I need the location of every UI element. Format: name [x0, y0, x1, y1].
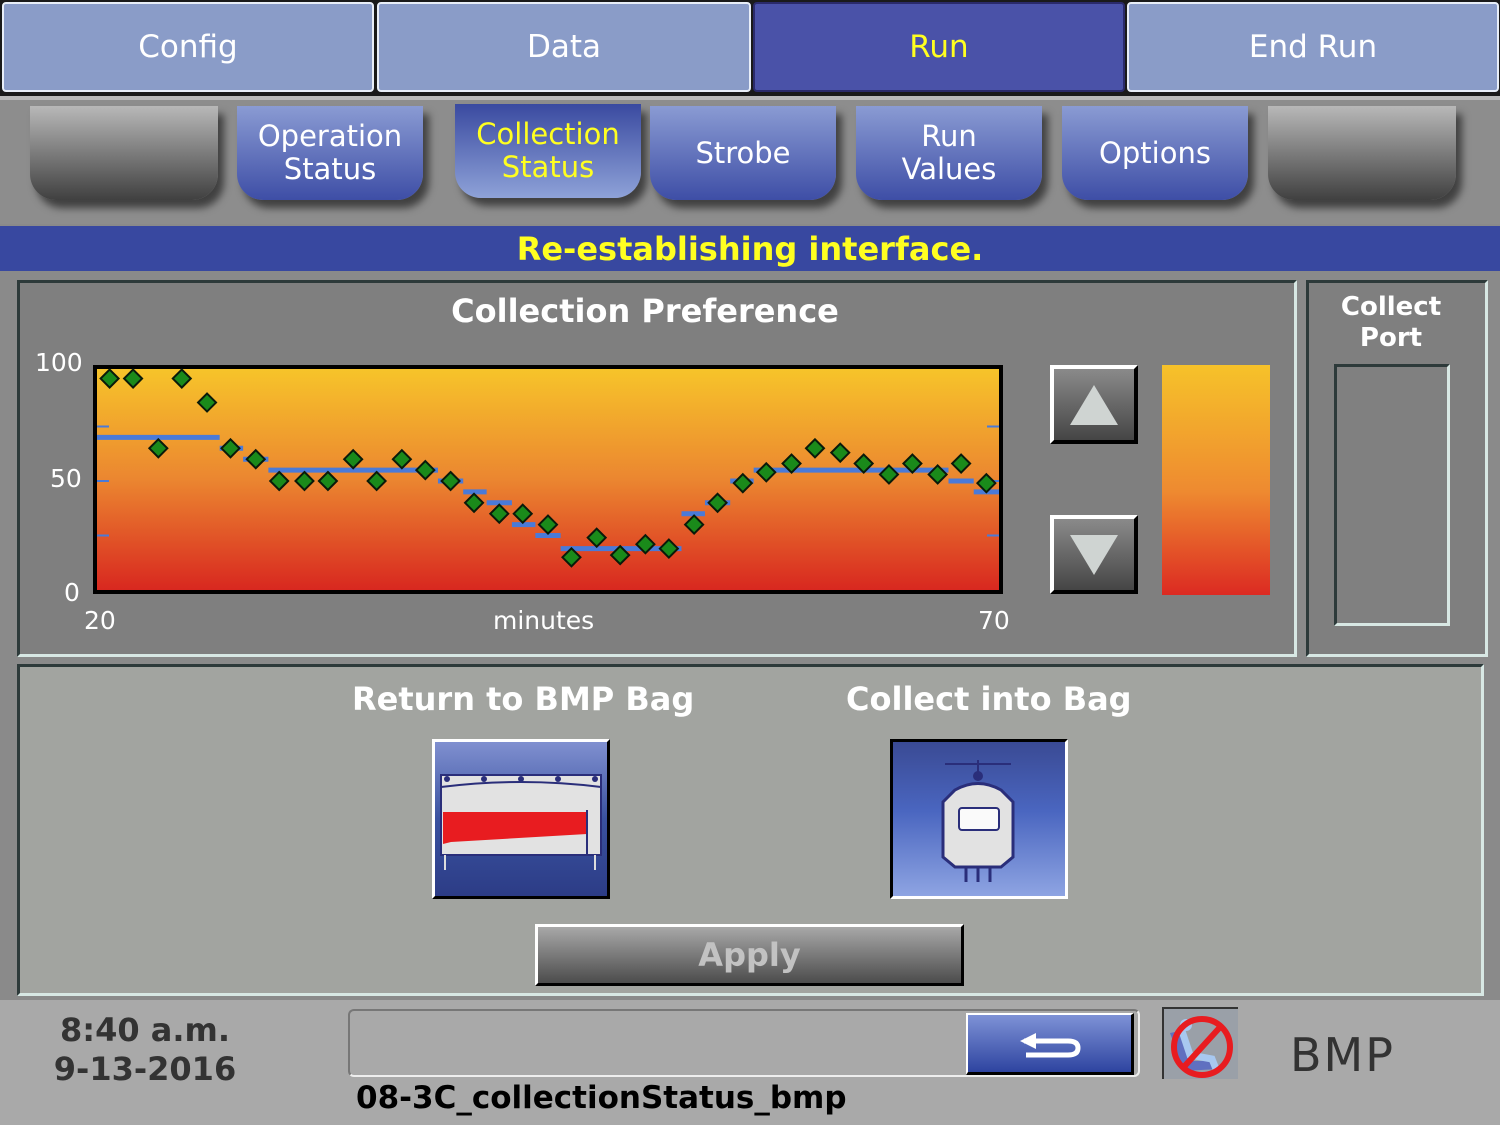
collection-preference-title: Collection Preference [451, 292, 839, 330]
sub-tab-run-values[interactable]: Run Values [856, 106, 1042, 200]
clock: 8:40 a.m. 9-13-2016 [30, 1011, 260, 1089]
sub-tab-collection-status[interactable]: Collection Status [455, 104, 641, 198]
tab-config[interactable]: Config [2, 2, 374, 92]
collect-port-display [1334, 364, 1450, 626]
tab-run[interactable]: Run [753, 2, 1125, 92]
sub-tab-operation-status[interactable]: Operation Status [237, 106, 423, 200]
sub-tab-label: Collection Status [476, 117, 620, 184]
collect-into-bag-button[interactable] [890, 739, 1068, 899]
bmp-bag-icon [440, 774, 602, 870]
no-recline-chair-icon[interactable] [1162, 1007, 1238, 1079]
apply-button[interactable]: Apply [535, 924, 964, 986]
sub-tab-label: Options [1099, 135, 1211, 170]
sub-tab-blank-left [30, 106, 218, 200]
tab-end-run[interactable]: End Run [1127, 2, 1499, 92]
collect-into-bag-label: Collect into Bag [846, 680, 1132, 718]
tab-data[interactable]: Data [377, 2, 751, 92]
collection-preference-chart[interactable] [90, 362, 1010, 598]
x-tick-label-20: 20 [84, 606, 116, 635]
x-axis-label: minutes [493, 606, 595, 635]
y-tick-label-0: 0 [64, 578, 80, 607]
sub-tab-strobe[interactable]: Strobe [650, 106, 836, 200]
triangle-down-icon [1070, 535, 1118, 575]
status-banner: Re-establishing interface. [0, 226, 1500, 271]
triangle-up-icon [1070, 385, 1118, 425]
sub-tab-label: Run Values [901, 119, 997, 186]
sub-tab-bar: Operation Status Collection Status Strob… [0, 96, 1500, 224]
return-to-bmp-bag-label: Return to BMP Bag [352, 680, 695, 718]
mode-label: BMP [1290, 1028, 1395, 1082]
x-tick-label-70: 70 [978, 606, 1010, 635]
back-button[interactable] [966, 1013, 1134, 1075]
plot-area [93, 365, 1003, 594]
preference-color-scale [1162, 365, 1270, 595]
clock-time: 8:40 a.m. [60, 1011, 230, 1049]
sub-tab-label: Strobe [695, 135, 791, 170]
y-tick-label-100: 100 [35, 348, 83, 377]
increase-preference-button[interactable] [1050, 365, 1138, 444]
screen-id: 08-3C_collectionStatus_bmp [356, 1080, 847, 1116]
collect-port-title: Collect Port [1340, 292, 1442, 353]
collection-bag-icon [941, 760, 1015, 882]
sub-tab-label: Operation Status [257, 119, 403, 186]
sub-tab-options[interactable]: Options [1062, 106, 1248, 200]
decrease-preference-button[interactable] [1050, 515, 1138, 594]
clock-date: 9-13-2016 [53, 1050, 237, 1088]
top-tab-bar: Config Data Run End Run [0, 0, 1500, 96]
sub-tab-blank-right [1268, 106, 1456, 200]
return-to-bmp-bag-button[interactable] [432, 739, 610, 899]
y-tick-label-50: 50 [50, 464, 82, 493]
return-arrow-icon [1020, 1033, 1081, 1058]
